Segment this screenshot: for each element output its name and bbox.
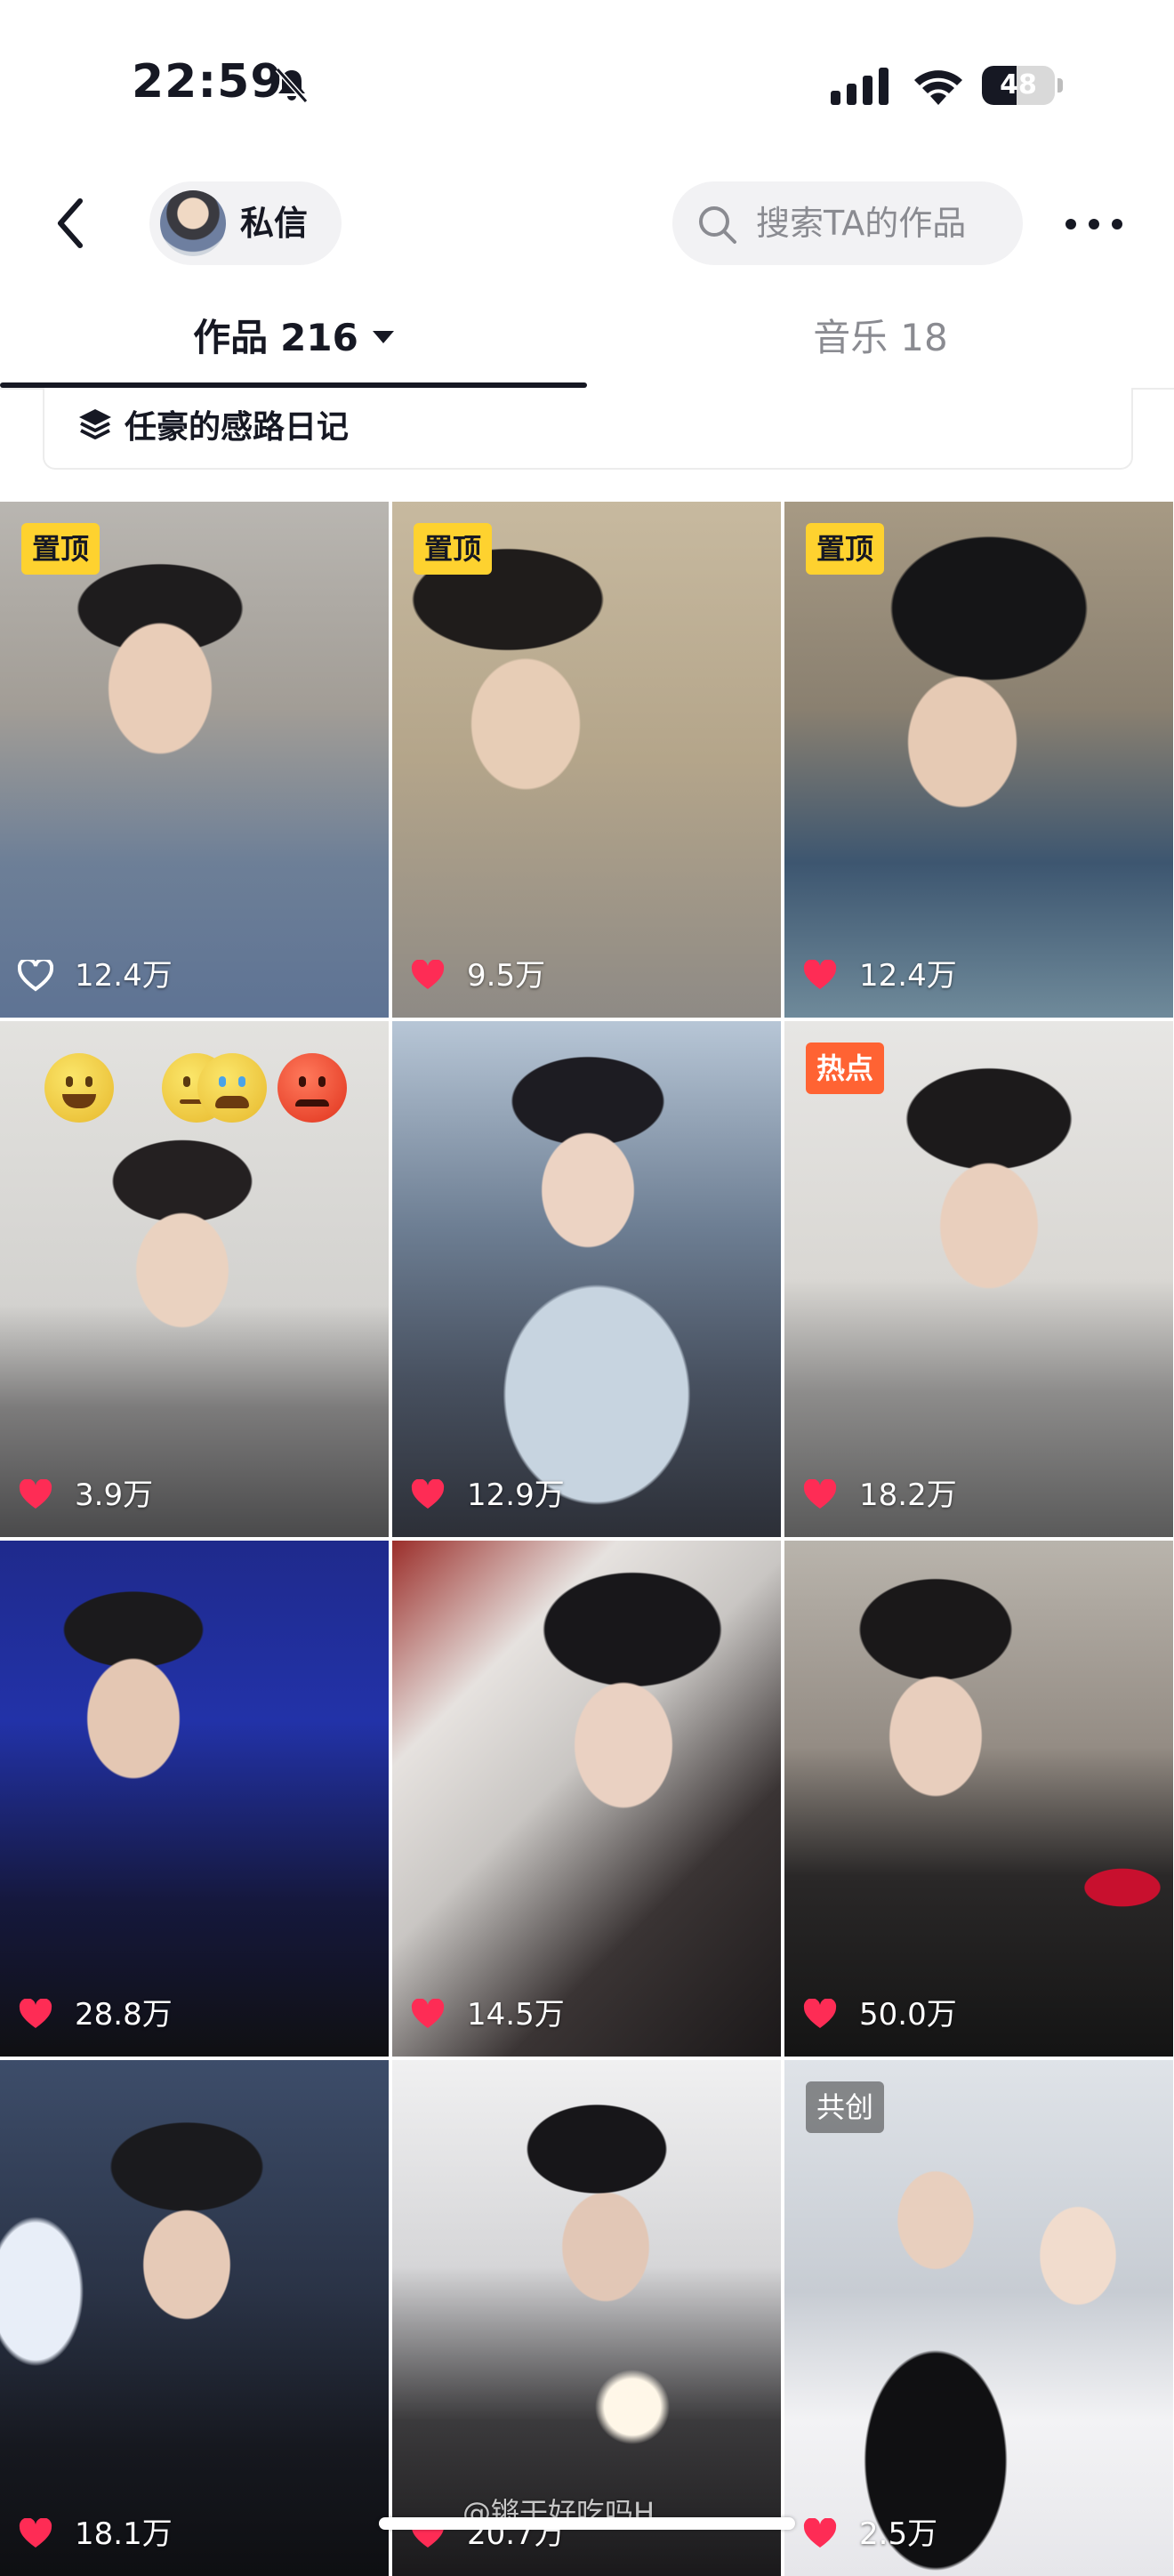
tab-music-count: 18 [900, 316, 948, 359]
search-placeholder: 搜索TA的作品 [756, 204, 967, 243]
heart-filled-icon [411, 1999, 445, 2028]
video-thumbnail[interactable]: 共创 2.5万 [784, 2060, 1173, 2576]
battery-percent: 48 [1000, 69, 1037, 101]
search-input[interactable]: 搜索TA的作品 [672, 181, 1023, 265]
video-thumbnail[interactable]: 12.9万 [392, 1021, 781, 1537]
like-count-text: 50.0万 [859, 1997, 957, 2033]
battery-icon: 48 [982, 66, 1064, 105]
search-icon [699, 206, 736, 244]
heart-filled-icon [19, 1479, 52, 1509]
collab-badge: 共创 [806, 2081, 885, 2133]
tab-works-count: 216 [280, 316, 358, 359]
like-count-text: 9.5万 [467, 958, 546, 994]
like-count-text: 18.2万 [859, 1477, 957, 1513]
collection-title: 任豪的感路日记 [125, 409, 350, 446]
message-button[interactable]: 私信 [149, 181, 342, 265]
video-thumbnail[interactable]: 18.1万 [0, 2060, 389, 2576]
heart-filled-icon [19, 1999, 52, 2028]
heart-filled-icon [411, 1479, 445, 1509]
heart-filled-icon [803, 1479, 837, 1509]
like-count-text: 12.4万 [75, 958, 173, 994]
tab-music[interactable]: 音乐 18 [587, 302, 1174, 374]
like-count-text: 18.1万 [75, 2516, 173, 2552]
layers-icon [79, 409, 111, 439]
tab-works[interactable]: 作品 216 [0, 302, 587, 374]
video-thumbnail[interactable]: 28.8万 [0, 1541, 389, 2057]
grinning-face-icon [44, 1053, 114, 1123]
tab-works-label: 作品 [193, 316, 269, 359]
video-thumbnail[interactable]: 置顶 9.5万 [392, 502, 781, 1018]
status-bar: 22:59 48 [0, 0, 1174, 169]
message-label: 私信 [240, 204, 309, 243]
heart-filled-icon [411, 960, 445, 989]
pinned-badge: 置顶 [414, 523, 493, 575]
pinned-badge: 置顶 [21, 523, 101, 575]
video-thumbnail[interactable]: 50.0万 [784, 1541, 1173, 2057]
status-time: 22:59 [132, 55, 284, 109]
like-count-text: 2.5万 [859, 2516, 938, 2552]
like-count-text: 14.5万 [467, 1997, 565, 2033]
home-indicator[interactable] [379, 2517, 795, 2530]
avatar [160, 190, 226, 256]
like-count-text: 12.4万 [859, 958, 957, 994]
video-thumbnail[interactable]: 热点 18.2万 [784, 1021, 1173, 1537]
video-thumbnail[interactable]: 置顶 12.4万 [0, 502, 389, 1018]
heart-filled-icon [19, 2518, 52, 2548]
chevron-left-icon[interactable] [46, 192, 100, 254]
caret-down-icon[interactable] [372, 330, 394, 343]
like-count-text: 28.8万 [75, 1997, 173, 2033]
video-thumbnail[interactable]: 3.9万 [0, 1021, 389, 1537]
video-thumbnail[interactable]: 置顶 12.4万 [784, 502, 1173, 1018]
cellular-signal-icon [831, 68, 889, 105]
pinned-badge: 置顶 [806, 523, 885, 575]
more-dots-icon[interactable] [1058, 201, 1130, 246]
crying-face-icon [197, 1053, 267, 1123]
mute-bell-icon [275, 68, 309, 103]
tab-music-label: 音乐 [813, 316, 889, 359]
heart-filled-icon [803, 1999, 837, 2028]
hot-badge: 热点 [806, 1042, 885, 1094]
angry-face-icon [277, 1053, 347, 1123]
like-count-text: 3.9万 [75, 1477, 154, 1513]
collection-card[interactable]: 任豪的感路日记 [43, 388, 1133, 470]
heart-filled-icon [803, 960, 837, 989]
video-thumbnail[interactable]: 14.5万 [392, 1541, 781, 2057]
heart-filled-icon [803, 2518, 837, 2548]
wifi-icon [914, 70, 962, 105]
heart-outline-icon [18, 960, 53, 992]
like-count-text: 12.9万 [467, 1477, 565, 1513]
